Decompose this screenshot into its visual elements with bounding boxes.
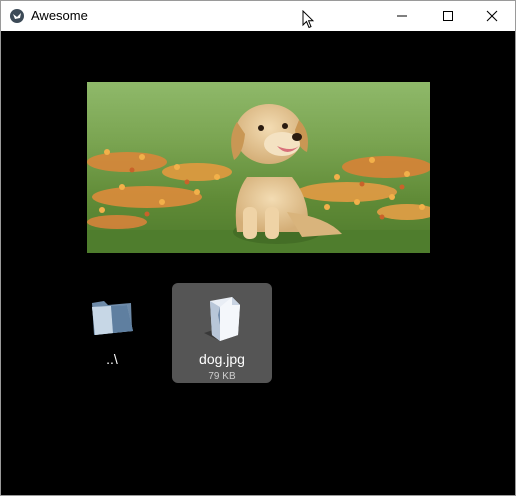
app-window: Awesome ..\ dog.jpg 79 KB — [0, 0, 516, 496]
maximize-button[interactable] — [425, 1, 471, 31]
file-name: dog.jpg — [199, 351, 245, 367]
folder-icon — [89, 297, 135, 344]
maximize-icon — [443, 11, 453, 21]
file-size: 79 KB — [208, 371, 236, 382]
minimize-icon — [397, 15, 407, 17]
puppy-photo — [87, 82, 430, 253]
close-button[interactable] — [469, 1, 515, 31]
minimize-button[interactable] — [379, 1, 425, 31]
file-name: ..\ — [106, 351, 118, 367]
image-file-icon — [198, 295, 246, 348]
file-item-parent-dir[interactable]: ..\ — [62, 283, 162, 383]
close-icon — [486, 10, 498, 22]
image-preview — [87, 82, 430, 253]
title-bar[interactable]: Awesome — [1, 1, 515, 31]
window-title: Awesome — [31, 8, 88, 23]
content-area: ..\ dog.jpg 79 KB — [1, 31, 515, 495]
app-logo-icon — [10, 9, 24, 23]
file-item-dog-jpg[interactable]: dog.jpg 79 KB — [172, 283, 272, 383]
